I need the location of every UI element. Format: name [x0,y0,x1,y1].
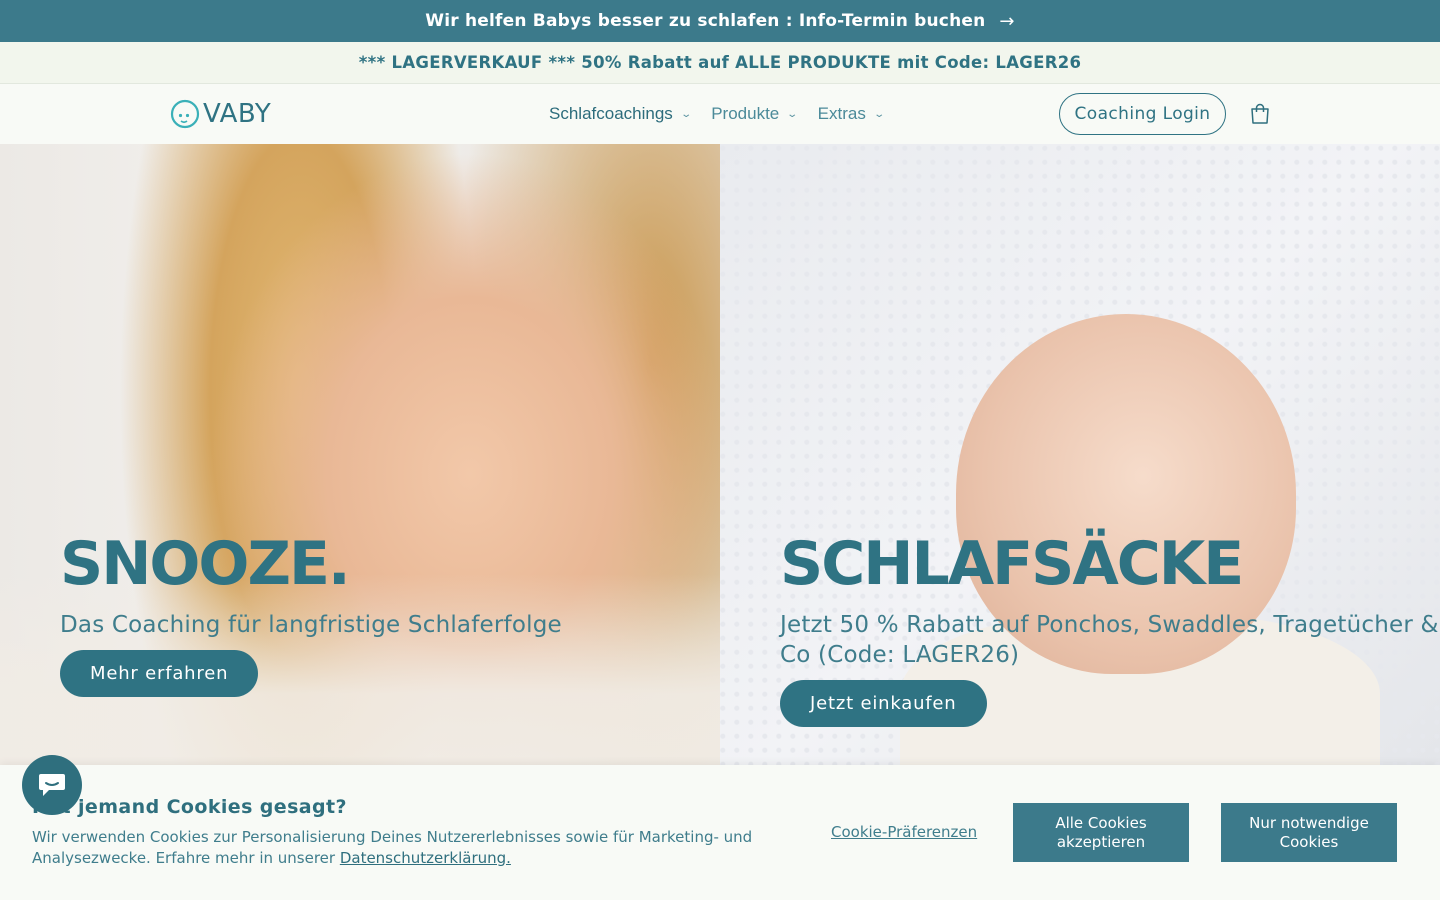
nav-item-extras[interactable]: Extras ⌄ [817,104,885,124]
nav-item-label: Schlafcoachings [549,104,673,123]
arrow-right-icon: → [999,10,1015,32]
jetzt-einkaufen-button[interactable]: Jetzt einkaufen [780,680,987,727]
promo-text: *** LAGERVERKAUF *** 50% Rabatt auf ALLE… [358,53,1082,72]
cookie-preferences-link[interactable]: Cookie-Präferenzen [831,823,977,841]
nav-item-label: Produkte [711,104,780,123]
hero-subtitle: Jetzt 50 % Rabatt auf Ponchos, Swaddles,… [780,612,1439,668]
site-logo[interactable]: VABY [169,98,271,130]
accept-all-cookies-button[interactable]: Alle Cookies akzeptieren [1013,803,1189,862]
coaching-login-button[interactable]: Coaching Login [1059,93,1226,135]
chevron-down-icon: ⌄ [873,108,885,120]
promo-bar: *** LAGERVERKAUF *** 50% Rabatt auf ALLE… [0,42,1440,84]
hero-subtitle: Das Coaching für langfristige Schlaferfo… [60,612,562,638]
chat-icon [39,774,65,796]
mehr-erfahren-button[interactable]: Mehr erfahren [60,650,259,697]
hero-title: SNOOZE. [60,529,351,599]
announcement-bar[interactable]: Wir helfen Babys besser zu schlafen : In… [0,0,1440,42]
hero-section: SNOOZE. Das Coaching für langfristige Sc… [0,144,1440,765]
privacy-policy-link[interactable]: Datenschutzerklärung. [340,849,511,867]
main-nav: Schlafcoachings ⌄ Produkte ⌄ Extras ⌄ [549,84,904,144]
chat-button[interactable] [22,755,82,815]
chevron-down-icon: ⌄ [786,108,799,120]
nav-item-produkte[interactable]: Produkte ⌄ [711,104,799,124]
hero-panel-schlafsaecke: SCHLAFSÄCKE Jetzt 50 % Rabatt auf Poncho… [720,144,1440,765]
logo-text: VABY [203,99,272,129]
nav-item-label: Extras [817,104,866,123]
cart-button[interactable] [1248,102,1272,126]
hero-title: SCHLAFSÄCKE [780,529,1244,599]
hero-panel-snooze: SNOOZE. Das Coaching für langfristige Sc… [0,144,720,765]
cookie-banner: Hat jemand Cookies gesagt? Wir verwenden… [0,765,1440,900]
announcement-text[interactable]: Wir helfen Babys besser zu schlafen : In… [425,11,985,31]
necessary-cookies-button[interactable]: Nur notwendige Cookies [1221,803,1397,862]
nav-item-schlafcoachings[interactable]: Schlafcoachings ⌄ [549,104,692,124]
cookie-title: Hat jemand Cookies gesagt? [32,796,347,818]
cookie-text: Wir verwenden Cookies zur Personalisieru… [32,827,772,869]
logo-icon [170,99,200,129]
chevron-down-icon: ⌄ [680,108,692,120]
site-header: VABY Schlafcoachings ⌄ Produkte ⌄ Extras… [0,84,1440,144]
cart-icon [1251,103,1269,124]
